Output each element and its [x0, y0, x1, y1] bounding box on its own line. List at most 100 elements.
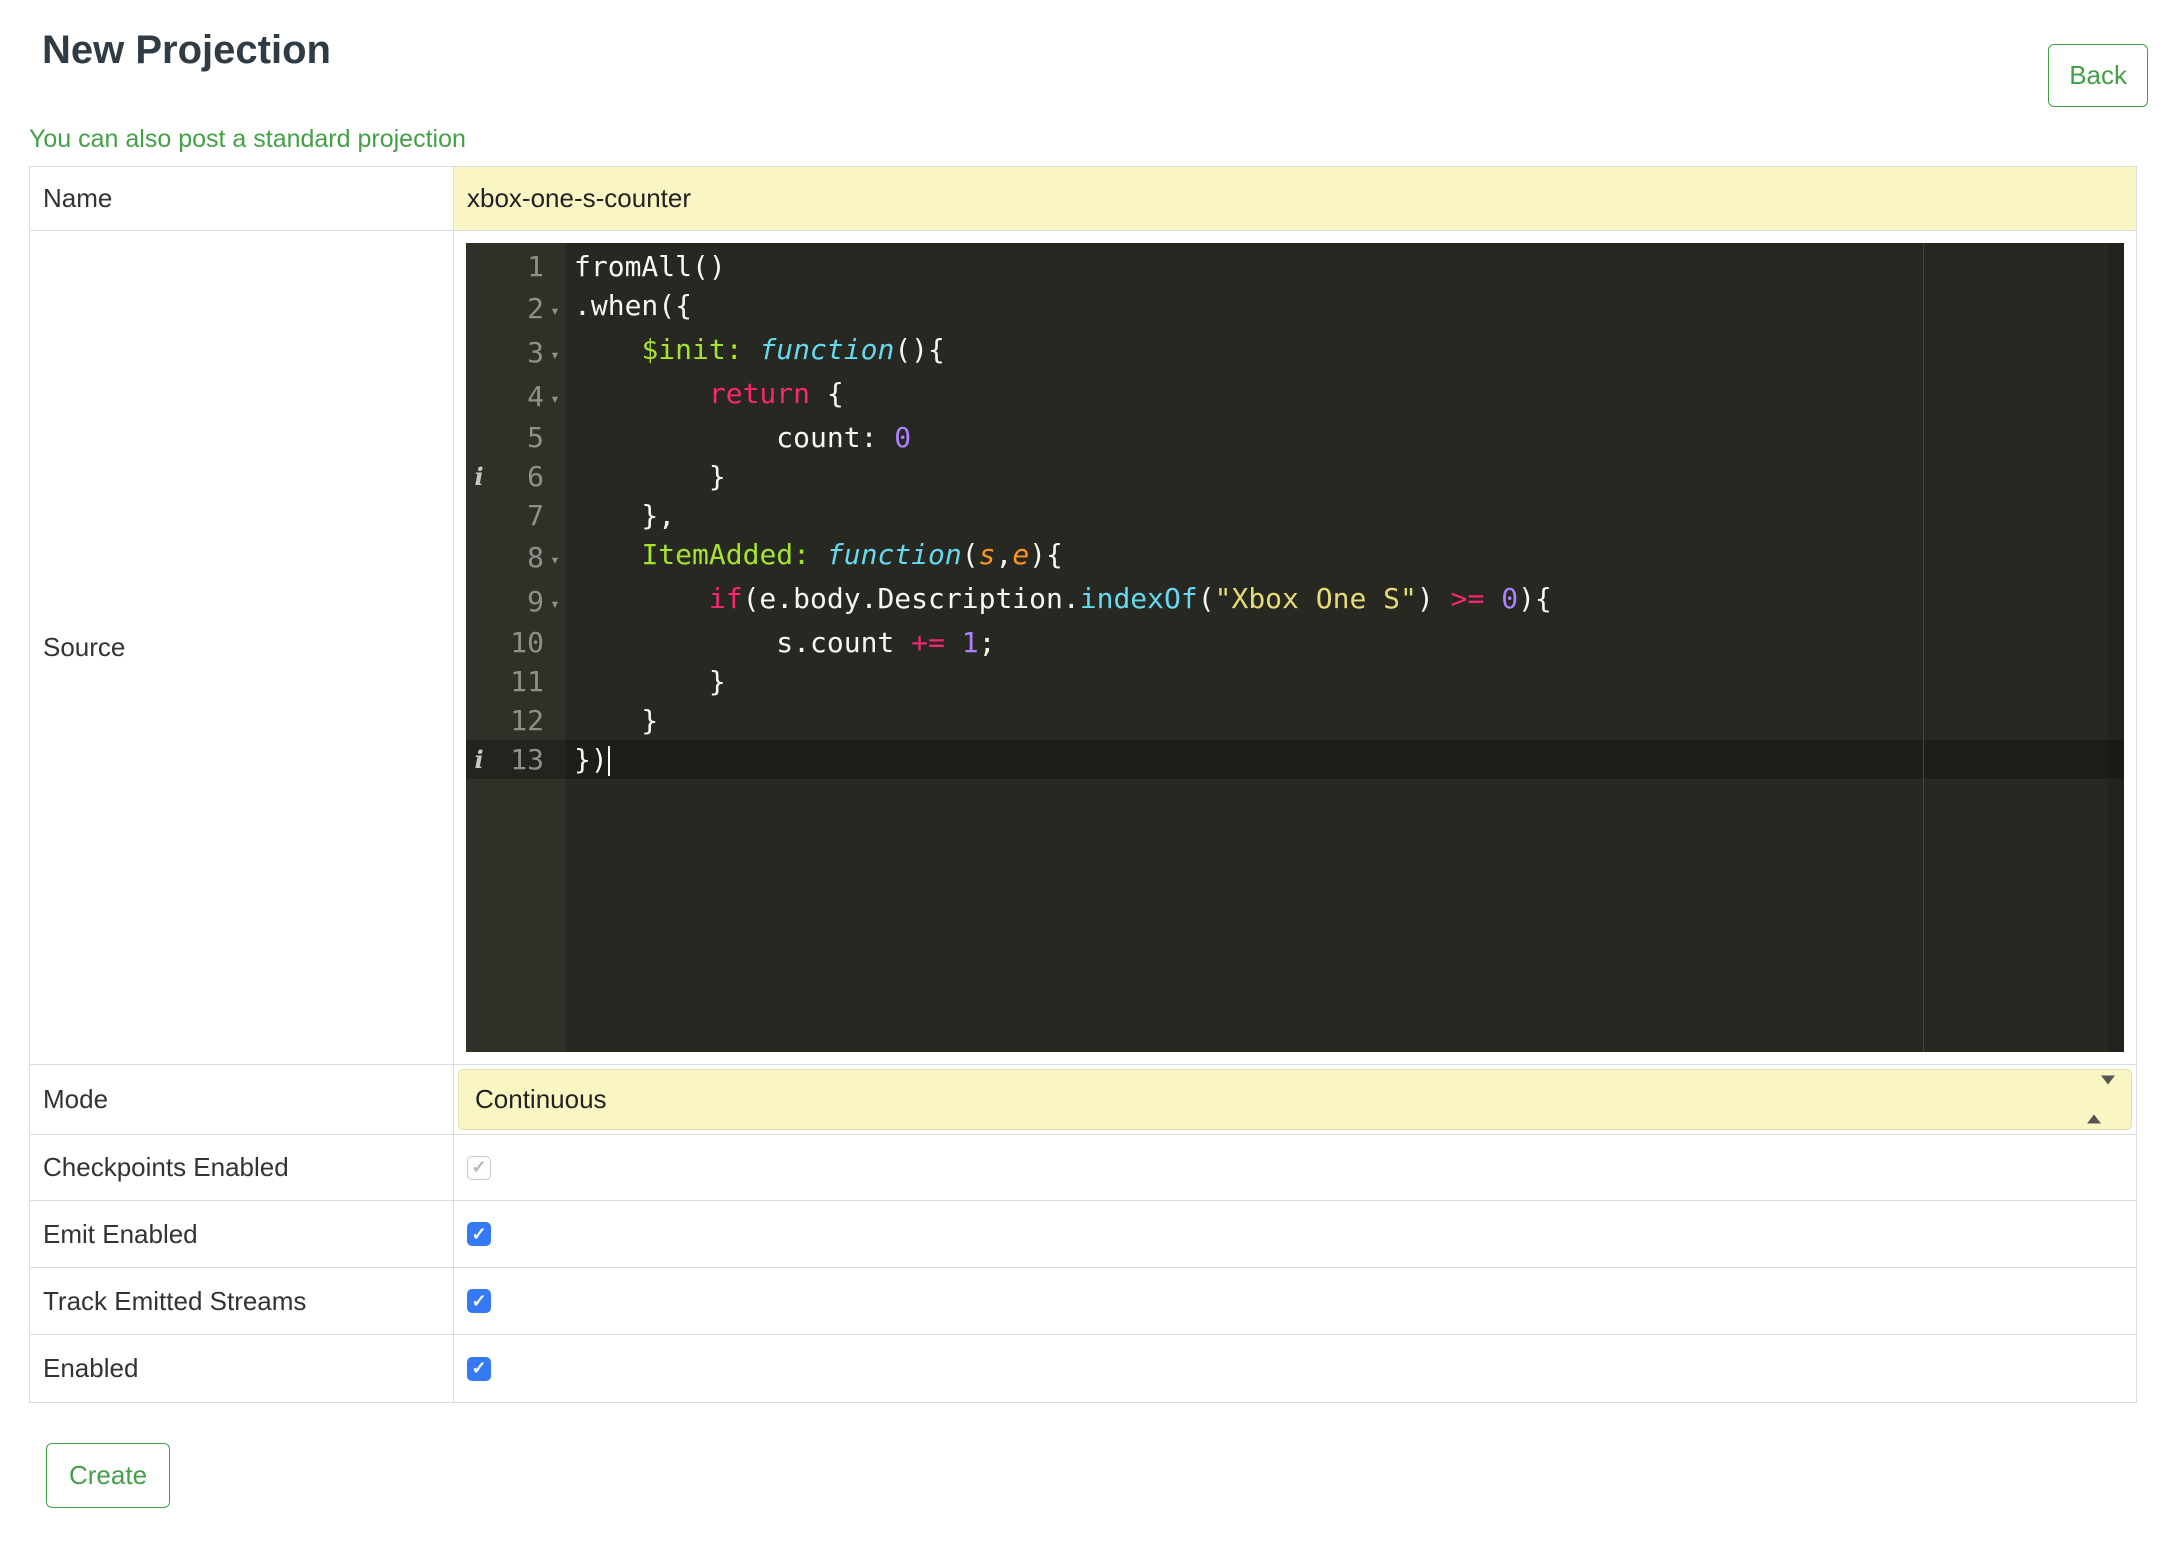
name-row: Name: [30, 167, 2136, 231]
fold-chevron-icon[interactable]: ▾: [544, 374, 566, 418]
editor-gutter: 3 ▾: [466, 330, 566, 374]
annotation-info-icon: i: [474, 745, 484, 774]
editor-line[interactable]: 9 ▾ if(e.body.Description.indexOf("Xbox O…: [466, 579, 2124, 623]
line-number: 4: [527, 379, 544, 413]
back-button[interactable]: Back: [2048, 44, 2148, 107]
editor-lines: 1 fromAll() 2 ▾ .when({3 ▾ $init: function(){…: [466, 247, 2124, 779]
line-number: 9: [527, 584, 544, 618]
emit-row: Emit Enabled: [30, 1201, 2136, 1268]
source-row: Source 1 fromAll() 2 ▾ .when({3 ▾ $init: func…: [30, 231, 2136, 1065]
enabled-row: Enabled: [30, 1335, 2136, 1402]
editor-gutter: 4 ▾: [466, 374, 566, 418]
editor-gutter: i6: [466, 457, 566, 496]
projection-name-input[interactable]: [454, 167, 2136, 230]
source-label: Source: [30, 231, 454, 1064]
print-margin-ruler: [1923, 243, 1924, 1052]
code-line-content[interactable]: }: [566, 662, 726, 701]
editor-gutter: 1: [466, 247, 566, 286]
line-number: 11: [510, 665, 544, 698]
editor-line[interactable]: 3 ▾ $init: function(){: [466, 330, 2124, 374]
checkpoints-enabled-checkbox: [467, 1155, 491, 1180]
editor-gutter: 10: [466, 623, 566, 662]
mode-select[interactable]: Continuous: [458, 1069, 2132, 1130]
track-label: Track Emitted Streams: [30, 1268, 454, 1334]
fold-chevron-icon[interactable]: ▾: [544, 330, 566, 374]
line-number: 13: [510, 743, 544, 776]
editor-line[interactable]: 11 }: [466, 662, 2124, 701]
fold-slot: [544, 757, 566, 762]
editor-gutter: 12: [466, 701, 566, 740]
fold-slot: [544, 679, 566, 684]
mode-label: Mode: [30, 1065, 454, 1134]
code-line-content[interactable]: count: 0: [566, 418, 911, 457]
editor-line[interactable]: 12 }: [466, 701, 2124, 740]
code-line-content[interactable]: }: [566, 457, 726, 496]
editor-gutter: 8 ▾: [466, 535, 566, 579]
editor-line[interactable]: i6 }: [466, 457, 2124, 496]
checkpoints-label: Checkpoints Enabled: [30, 1135, 454, 1200]
emit-label: Emit Enabled: [30, 1201, 454, 1267]
line-number: 6: [527, 460, 544, 493]
editor-gutter: 11: [466, 662, 566, 701]
checkpoints-row: Checkpoints Enabled: [30, 1135, 2136, 1201]
code-line-content[interactable]: .when({: [566, 286, 692, 330]
fold-slot: [544, 435, 566, 440]
source-code-editor[interactable]: 1 fromAll() 2 ▾ .when({3 ▾ $init: function(){…: [466, 243, 2124, 1052]
page-title: New Projection: [42, 28, 331, 72]
editor-line[interactable]: 2 ▾ .when({: [466, 286, 2124, 330]
code-line-content[interactable]: return {: [566, 374, 844, 418]
code-line-content[interactable]: if(e.body.Description.indexOf("Xbox One …: [566, 579, 1552, 623]
editor-scrollbar[interactable]: [2108, 243, 2124, 1052]
enabled-checkbox[interactable]: [467, 1356, 491, 1381]
code-line-content[interactable]: }: [566, 701, 658, 740]
editor-gutter: i 13: [466, 740, 566, 779]
editor-line[interactable]: 8 ▾ ItemAdded: function(s,e){: [466, 535, 2124, 579]
code-line-content[interactable]: ItemAdded: function(s,e){: [566, 535, 1062, 579]
standard-projection-link[interactable]: You can also post a standard projection: [29, 125, 466, 154]
editor-line[interactable]: 4 ▾ return {: [466, 374, 2124, 418]
annotation-info-icon: i: [474, 462, 484, 491]
editor-gutter: 5: [466, 418, 566, 457]
name-label: Name: [30, 167, 454, 230]
editor-gutter: 9 ▾: [466, 579, 566, 623]
track-row: Track Emitted Streams: [30, 1268, 2136, 1335]
line-number: 10: [510, 626, 544, 659]
mode-row: Mode Continuous: [30, 1065, 2136, 1135]
enabled-label: Enabled: [30, 1335, 454, 1402]
line-number: 2: [527, 291, 544, 325]
fold-chevron-icon[interactable]: ▾: [544, 286, 566, 330]
fold-chevron-icon[interactable]: ▾: [544, 535, 566, 579]
editor-line[interactable]: 5 count: 0: [466, 418, 2124, 457]
text-cursor: [607, 746, 610, 776]
emit-enabled-checkbox[interactable]: [467, 1222, 491, 1246]
new-projection-page: New Projection Back You can also post a …: [0, 28, 2166, 1541]
line-number: 8: [527, 540, 544, 574]
projection-form: Name Source 1fromAll()2▾.when({3▾ $init:…: [29, 166, 2137, 1403]
code-line-content[interactable]: $init: function(){: [566, 330, 944, 374]
line-number: 7: [527, 499, 544, 532]
line-number: 3: [527, 335, 544, 369]
fold-slot: [544, 513, 566, 518]
fold-slot: [544, 264, 566, 269]
editor-gutter: 2 ▾: [466, 286, 566, 330]
editor-line[interactable]: 7 },: [466, 496, 2124, 535]
fold-slot: [544, 718, 566, 723]
fold-chevron-icon[interactable]: ▾: [544, 579, 566, 623]
mode-select-value: Continuous: [475, 1084, 607, 1114]
line-number: 5: [527, 421, 544, 454]
create-button[interactable]: Create: [46, 1443, 171, 1508]
fold-slot: [544, 474, 566, 479]
editor-line[interactable]: 10 s.count += 1;: [466, 623, 2124, 662]
code-line-content[interactable]: },: [566, 496, 675, 535]
editor-line[interactable]: i 13}): [466, 740, 2124, 779]
editor-gutter: 7: [466, 496, 566, 535]
code-line-content[interactable]: }): [566, 740, 610, 779]
line-number: 12: [510, 704, 544, 737]
code-line-content[interactable]: fromAll(): [566, 247, 726, 286]
select-arrows-icon: [2087, 1075, 2115, 1123]
code-line-content[interactable]: s.count += 1;: [566, 623, 995, 662]
fold-slot: [544, 640, 566, 645]
track-emitted-streams-checkbox[interactable]: [467, 1289, 491, 1313]
editor-line[interactable]: 1 fromAll(): [466, 247, 2124, 286]
line-number: 1: [527, 250, 544, 283]
